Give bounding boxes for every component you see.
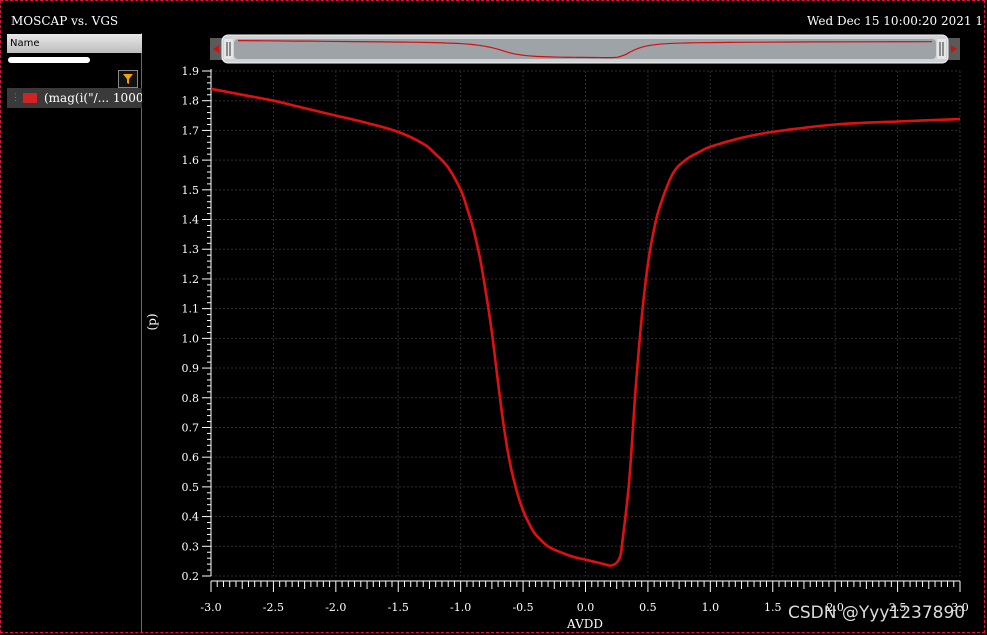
y-tick-label: 1.0 xyxy=(182,332,200,345)
x-tick-label: -2.5 xyxy=(263,601,284,614)
y-tick-label: 1.2 xyxy=(182,273,200,286)
x-tick-label: -1.5 xyxy=(388,601,409,614)
watermark-text: CSDN @Yyy1237890 xyxy=(788,603,966,623)
y-tick-label: 1.3 xyxy=(182,243,200,256)
y-tick-label: 0.3 xyxy=(182,540,200,553)
x-tick-label: 0.5 xyxy=(639,601,657,614)
overview-scrollbar[interactable] xyxy=(210,34,960,64)
x-tick-label: -2.0 xyxy=(325,601,346,614)
x-tick-label: -0.5 xyxy=(512,601,533,614)
x-axis-label: AVDD xyxy=(566,617,603,631)
y-tick-label: 1.9 xyxy=(182,65,200,78)
x-tick-label: 0.0 xyxy=(577,601,595,614)
x-tick-label: 1.0 xyxy=(702,601,720,614)
x-tick-label: 1.5 xyxy=(764,601,782,614)
y-tick-label: 0.5 xyxy=(182,481,200,494)
y-tick-label: 0.7 xyxy=(182,421,200,434)
y-tick-label: 0.9 xyxy=(182,362,200,375)
y-tick-label: 1.1 xyxy=(182,303,200,316)
y-axis-ticks: 0.2 0.3 0.4 0.5 0.6 0.7 0.8 0.9 1.0 1.1 1.2 1.3 1.4 1… xyxy=(182,65,211,583)
x-tick-label: -1.0 xyxy=(450,601,471,614)
y-tick-label: 0.8 xyxy=(182,392,200,405)
y-tick-label: 1.7 xyxy=(182,124,200,137)
overview-left-handle[interactable] xyxy=(224,39,233,59)
waveform-chart: 0.2 0.3 0.4 0.5 0.6 0.7 0.8 0.9 1.0 1.1 1.2 1.3 1.4 1… xyxy=(145,34,969,631)
y-axis-label: (p) xyxy=(145,313,159,330)
grid-lines xyxy=(210,70,961,577)
y-tick-label: 0.2 xyxy=(182,570,200,583)
y-tick-label: 0.6 xyxy=(182,451,200,464)
y-tick-label: 1.4 xyxy=(182,214,200,227)
y-tick-label: 1.6 xyxy=(182,154,200,167)
overview-right-handle[interactable] xyxy=(937,39,946,59)
y-tick-label: 1.8 xyxy=(182,95,200,108)
y-tick-label: 0.4 xyxy=(182,511,200,524)
x-tick-label: -3.0 xyxy=(200,601,221,614)
y-tick-label: 1.5 xyxy=(182,184,200,197)
